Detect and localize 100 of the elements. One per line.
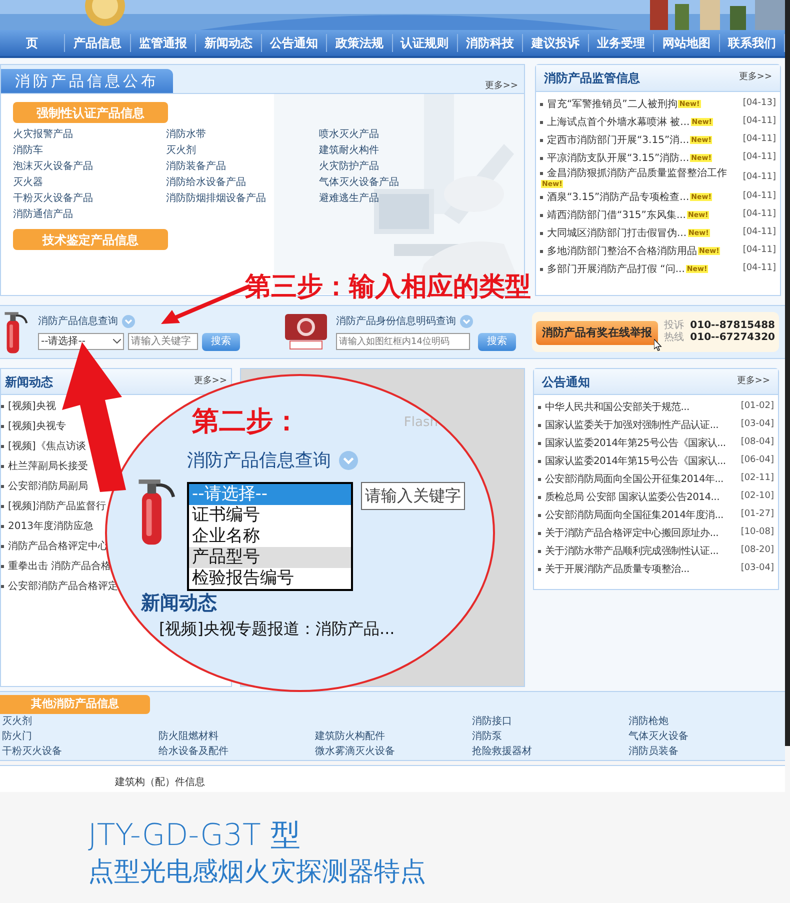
notice-link[interactable]: 中华人民共和国公安部关于规范... (545, 400, 690, 414)
type-select[interactable]: --请选择-- (38, 333, 124, 350)
product-link[interactable]: 微水雾滴灭火设备 (315, 744, 472, 759)
product-link[interactable]: 防火门 (2, 729, 159, 744)
news-link[interactable]: 冒充“军警推销员”二人被刑拘 (547, 98, 678, 110)
bullet-icon (540, 102, 543, 106)
panel-title: 公告通知 (542, 374, 590, 390)
notice-link[interactable]: 国家认监委2014年第25号公告《国家认... (545, 436, 726, 450)
product-link[interactable]: 消防装备产品 (166, 159, 319, 175)
product-link[interactable]: 火灾防护产品 (319, 159, 472, 175)
code-field[interactable]: 请输入如图红框内14位明码 (336, 333, 470, 350)
bullet-icon (538, 406, 541, 408)
date-text: [08-20] (740, 544, 774, 558)
dropdown-icon[interactable] (122, 314, 135, 328)
news-link[interactable]: [视频]央视专 (8, 418, 66, 434)
product-link[interactable]: 消防枪炮 (628, 714, 785, 729)
more-link[interactable]: 更多>> (736, 374, 770, 388)
notice-link[interactable]: 关于消防水带产品顺利完成强制性认证... (545, 544, 719, 558)
product-link[interactable]: 抢险救援器材 (472, 744, 628, 759)
nav-item[interactable]: 公告通知 (262, 34, 328, 52)
notice-link[interactable]: 国家认监委关于加强对强制性产品认证... (545, 418, 719, 432)
product-link[interactable]: 泡沫灭火设备产品 (13, 159, 166, 175)
date-text: [04-11] (742, 244, 776, 258)
options-list[interactable]: --请选择-- 证书编号 企业名称 产品型号 检验报告编号 (187, 482, 353, 590)
bullet-icon (1, 584, 4, 588)
news-link[interactable]: 定西市消防部门开展“3.15”消... (547, 134, 690, 146)
product-link[interactable]: 火灾报警产品 (13, 127, 166, 143)
bullet-icon (540, 138, 543, 142)
news-link[interactable]: [视频]央视 (8, 398, 56, 414)
news-link[interactable]: 2013年度消防应急 (8, 518, 94, 534)
nav-item[interactable]: 网站地图 (654, 34, 720, 52)
keyword-field[interactable]: 请输入关键字 (361, 482, 465, 510)
section-link[interactable]: 建筑构（配）件信息 (115, 777, 205, 788)
news-link[interactable]: 多地消防部门整治不合格消防用品 (547, 244, 697, 258)
section-title: 新闻动态 (141, 590, 218, 616)
product-link[interactable]: 灭火剂 (2, 714, 159, 729)
report-button[interactable]: 消防产品有奖在线举报 (536, 321, 658, 346)
product-link[interactable]: 消防车 (13, 143, 166, 159)
news-link[interactable]: 杜兰萍副局长接受 (8, 458, 88, 474)
news-link[interactable]: 酒泉“3.15”消防产品专项检查... (547, 190, 690, 204)
nav-item[interactable]: 联系我们 (720, 34, 786, 52)
nav-item[interactable]: 业务受理 (588, 34, 654, 52)
product-link[interactable]: 消防给水设备产品 (166, 175, 319, 191)
product-link[interactable]: 建筑防火构配件 (315, 729, 472, 744)
product-link[interactable]: 建筑耐火构件 (319, 143, 472, 159)
notice-link[interactable]: 公安部消防局面向全国征集2014年度消... (545, 508, 724, 522)
product-link[interactable]: 避难逃生产品 (319, 191, 472, 207)
notice-link[interactable]: 关于开展消防产品质量专项整治... (545, 562, 690, 576)
nav-item[interactable]: 新闻动态 (196, 34, 262, 52)
notice-link[interactable]: 国家认监委2014年第15号公告《国家认... (545, 454, 726, 468)
nav-item[interactable]: 政策法规 (327, 34, 393, 52)
notice-link[interactable]: 公安部消防局面向全国公开征集2014年... (545, 472, 724, 486)
product-link[interactable]: 喷水灭火产品 (319, 127, 472, 143)
notice-link[interactable]: 关于消防产品合格评定中心搬回原址办... (545, 526, 719, 540)
news-link[interactable]: 平凉消防支队开展“3.15”消防... (547, 152, 690, 164)
bullet-icon (538, 442, 541, 444)
date-text: [04-13] (742, 97, 776, 110)
option-item[interactable]: 产品型号 (189, 546, 351, 568)
news-link[interactable]: 靖西消防部门借“315”东风集... (547, 208, 686, 222)
product-link[interactable]: 干粉灭火设备产品 (13, 191, 166, 207)
date-text: [04-11] (742, 151, 776, 164)
nav-item[interactable]: 监管通报 (130, 34, 196, 52)
more-link[interactable]: 更多>> (484, 80, 518, 93)
keyword-field[interactable]: 请输入关键字 (128, 333, 198, 350)
nav-item[interactable]: 认证规则 (392, 34, 458, 52)
news-link[interactable]: [视频]央视专题报道：消防产品... (159, 617, 493, 641)
news-link[interactable]: 多部门开展消防产品打假 “问... (547, 262, 685, 276)
news-link[interactable]: 重拳出击 消防产品合格 (8, 558, 112, 574)
product-link[interactable]: 给水设备及配件 (158, 744, 316, 759)
nav-item[interactable]: 产品信息 (65, 34, 131, 52)
news-link[interactable]: 上海试点首个外墙水幕喷淋 被... (547, 116, 690, 128)
dropdown-icon[interactable] (460, 314, 473, 328)
product-link[interactable]: 消防防烟排烟设备产品 (166, 191, 319, 207)
nav-item[interactable]: 消防科技 (458, 34, 524, 52)
product-link[interactable]: 干粉灭火设备 (2, 744, 159, 759)
more-link[interactable]: 更多>> (194, 374, 227, 388)
product-link[interactable]: 气体灭火设备 (628, 729, 785, 744)
product-link[interactable]: 灭火剂 (166, 143, 319, 159)
news-link[interactable]: 金昌消防狠抓消防产品质量监督整治工作 (547, 167, 727, 180)
news-link[interactable]: [视频]《焦点访谈 (8, 438, 86, 454)
product-link[interactable]: 灭火器 (13, 175, 166, 191)
news-link[interactable]: 公安部消防局副局 (8, 478, 88, 494)
notice-link[interactable]: 质检总局 公安部 国家认监委公告2014... (545, 490, 720, 504)
product-link[interactable]: 防火阻燃材料 (158, 729, 316, 744)
nav-item[interactable]: 建议投诉 (523, 34, 589, 52)
more-link[interactable]: 更多>> (738, 71, 772, 85)
news-link[interactable]: 大同城区消防部门打击假冒伪... (547, 226, 687, 240)
date-text: [04-11] (742, 133, 776, 146)
dropdown-icon[interactable] (339, 450, 358, 470)
bullet-icon (1, 424, 4, 428)
product-link[interactable]: 消防水带 (166, 127, 319, 143)
model-heading: JTY-GD-G3T 型 (88, 818, 302, 854)
product-link[interactable]: 消防泵 (472, 729, 628, 744)
nav-item[interactable]: 页 (0, 34, 66, 52)
product-link[interactable]: 消防通信产品 (13, 207, 166, 223)
product-link[interactable]: 气体灭火设备产品 (319, 175, 472, 191)
news-link[interactable]: [视频]消防产品监督行 (8, 498, 106, 514)
bullet-icon (538, 478, 541, 480)
product-link[interactable]: 消防接口 (472, 714, 628, 729)
product-link[interactable]: 消防员装备 (628, 744, 785, 759)
